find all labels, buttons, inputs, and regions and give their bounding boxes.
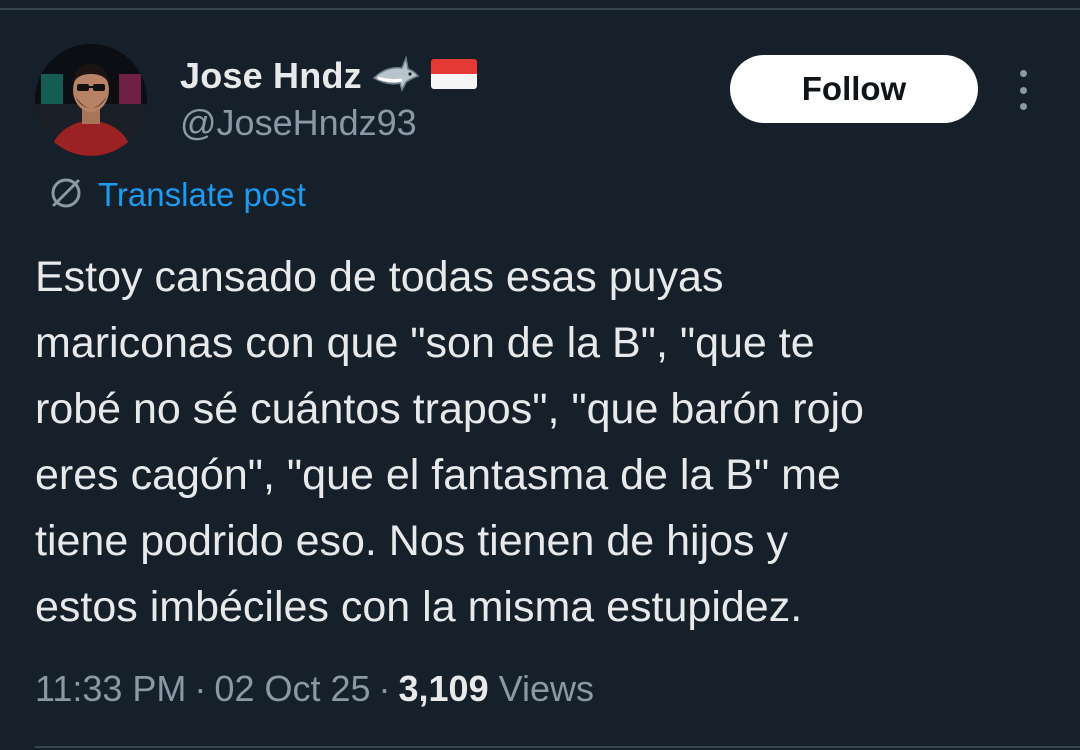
tweet-text-line: estos imbéciles con la misma estupidez.: [35, 583, 803, 631]
follow-button[interactable]: Follow: [730, 55, 978, 123]
translate-post-label: Translate post: [98, 176, 306, 213]
more-options-button[interactable]: [1010, 70, 1036, 110]
translate-post-link[interactable]: Translate post: [46, 172, 306, 218]
meta-separator: ·: [194, 668, 207, 709]
views-label: Views: [498, 668, 594, 709]
author-handle[interactable]: @JoseHndz93: [180, 102, 417, 144]
tweet-text-line: mariconas con que "son de la B", "que te: [35, 319, 815, 367]
bottom-divider: [35, 746, 1080, 748]
display-name[interactable]: Jose Hndz: [180, 55, 362, 97]
tweet-time[interactable]: 11:33 PM: [35, 668, 186, 710]
tweet-text: Estoy cansado de todas esas puyas marico…: [35, 244, 1055, 640]
tweet-text-line: tiene podrido eso. Nos tienen de hijos y: [35, 517, 788, 565]
author-name-row: Jose Hndz: [180, 52, 478, 100]
indonesia-flag-icon: [430, 57, 478, 96]
views-count[interactable]: 3,109: [399, 668, 489, 710]
more-vertical-icon: [1019, 70, 1027, 77]
tweet-date[interactable]: 02 Oct 25: [214, 668, 370, 710]
tweet-text-line: eres cagón", "que el fantasma de la B" m…: [35, 451, 841, 499]
more-dot: [1019, 103, 1027, 110]
tweet-meta: 11:33 PM · 02 Oct 25 · 3,109 Views: [35, 664, 594, 714]
meta-separator: ·: [378, 668, 391, 709]
avatar[interactable]: [35, 44, 147, 156]
translate-globe-icon: [46, 173, 86, 218]
tweet-text-line: robé no sé cuántos trapos", "que barón r…: [35, 385, 864, 433]
tweet-text-line: Estoy cansado de todas esas puyas: [35, 253, 724, 301]
more-dot: [1019, 86, 1027, 94]
shark-emoji-icon: [372, 54, 420, 99]
top-divider: [0, 8, 1080, 10]
